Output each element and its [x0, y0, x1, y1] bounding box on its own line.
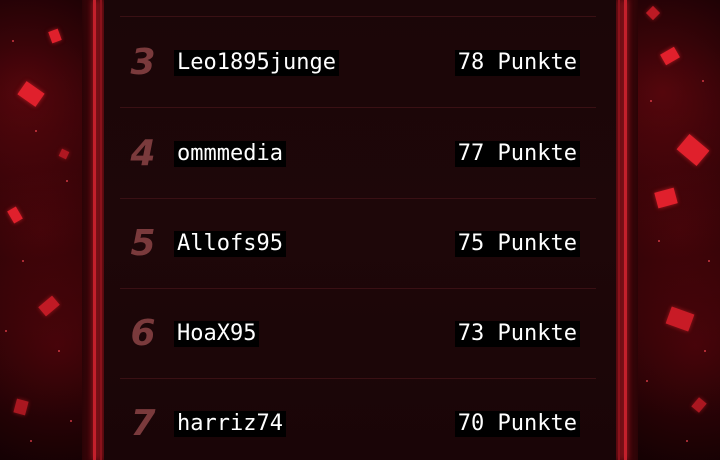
player-points: 77 Punkte — [454, 141, 580, 167]
confetti-piece — [654, 187, 678, 209]
player-points: 70 Punkte — [454, 411, 580, 437]
leaderboard-row: 6 HoaX95 73 Punkte — [120, 288, 596, 379]
confetti-background-left — [0, 0, 82, 460]
leaderboard-screen: 3 Leo1895junge 78 Punkte 4 ommmedia 77 P… — [0, 0, 720, 460]
rank-number: 3 — [130, 42, 156, 83]
leaderboard-row: 5 Allofs95 75 Punkte — [120, 198, 596, 289]
frame-border-right — [624, 0, 627, 460]
confetti-piece — [691, 397, 707, 413]
confetti-background-right — [638, 0, 720, 460]
frame-border-left-inner — [100, 0, 102, 460]
rank-number: 5 — [130, 223, 156, 264]
player-points: 78 Punkte — [454, 50, 580, 76]
confetti-piece — [17, 81, 45, 107]
confetti-piece — [48, 28, 62, 44]
player-name: harriz74 — [174, 411, 286, 437]
confetti-piece — [660, 46, 680, 66]
confetti-piece — [38, 295, 60, 317]
confetti-piece — [7, 206, 23, 224]
confetti-piece — [13, 398, 29, 416]
leaderboard-row: 7 harriz74 70 Punkte — [120, 378, 596, 460]
player-name: HoaX95 — [174, 321, 260, 347]
player-points: 73 Punkte — [454, 321, 580, 347]
frame-border-right-inner — [618, 0, 620, 460]
confetti-piece — [665, 306, 695, 332]
confetti-piece — [676, 133, 710, 167]
rank-number: 4 — [130, 133, 156, 174]
player-name: Leo1895junge — [174, 50, 339, 76]
leaderboard-row: 4 ommmedia 77 Punkte — [120, 108, 596, 199]
frame-border-left — [93, 0, 96, 460]
confetti-piece — [645, 5, 661, 21]
rank-number: 7 — [130, 403, 156, 444]
rank-number: 6 — [130, 313, 156, 354]
confetti-piece — [58, 148, 70, 160]
player-name: ommmedia — [174, 141, 286, 167]
player-name: Allofs95 — [174, 231, 286, 257]
leaderboard-row: 3 Leo1895junge 78 Punkte — [120, 17, 596, 108]
player-points: 75 Punkte — [454, 231, 580, 257]
